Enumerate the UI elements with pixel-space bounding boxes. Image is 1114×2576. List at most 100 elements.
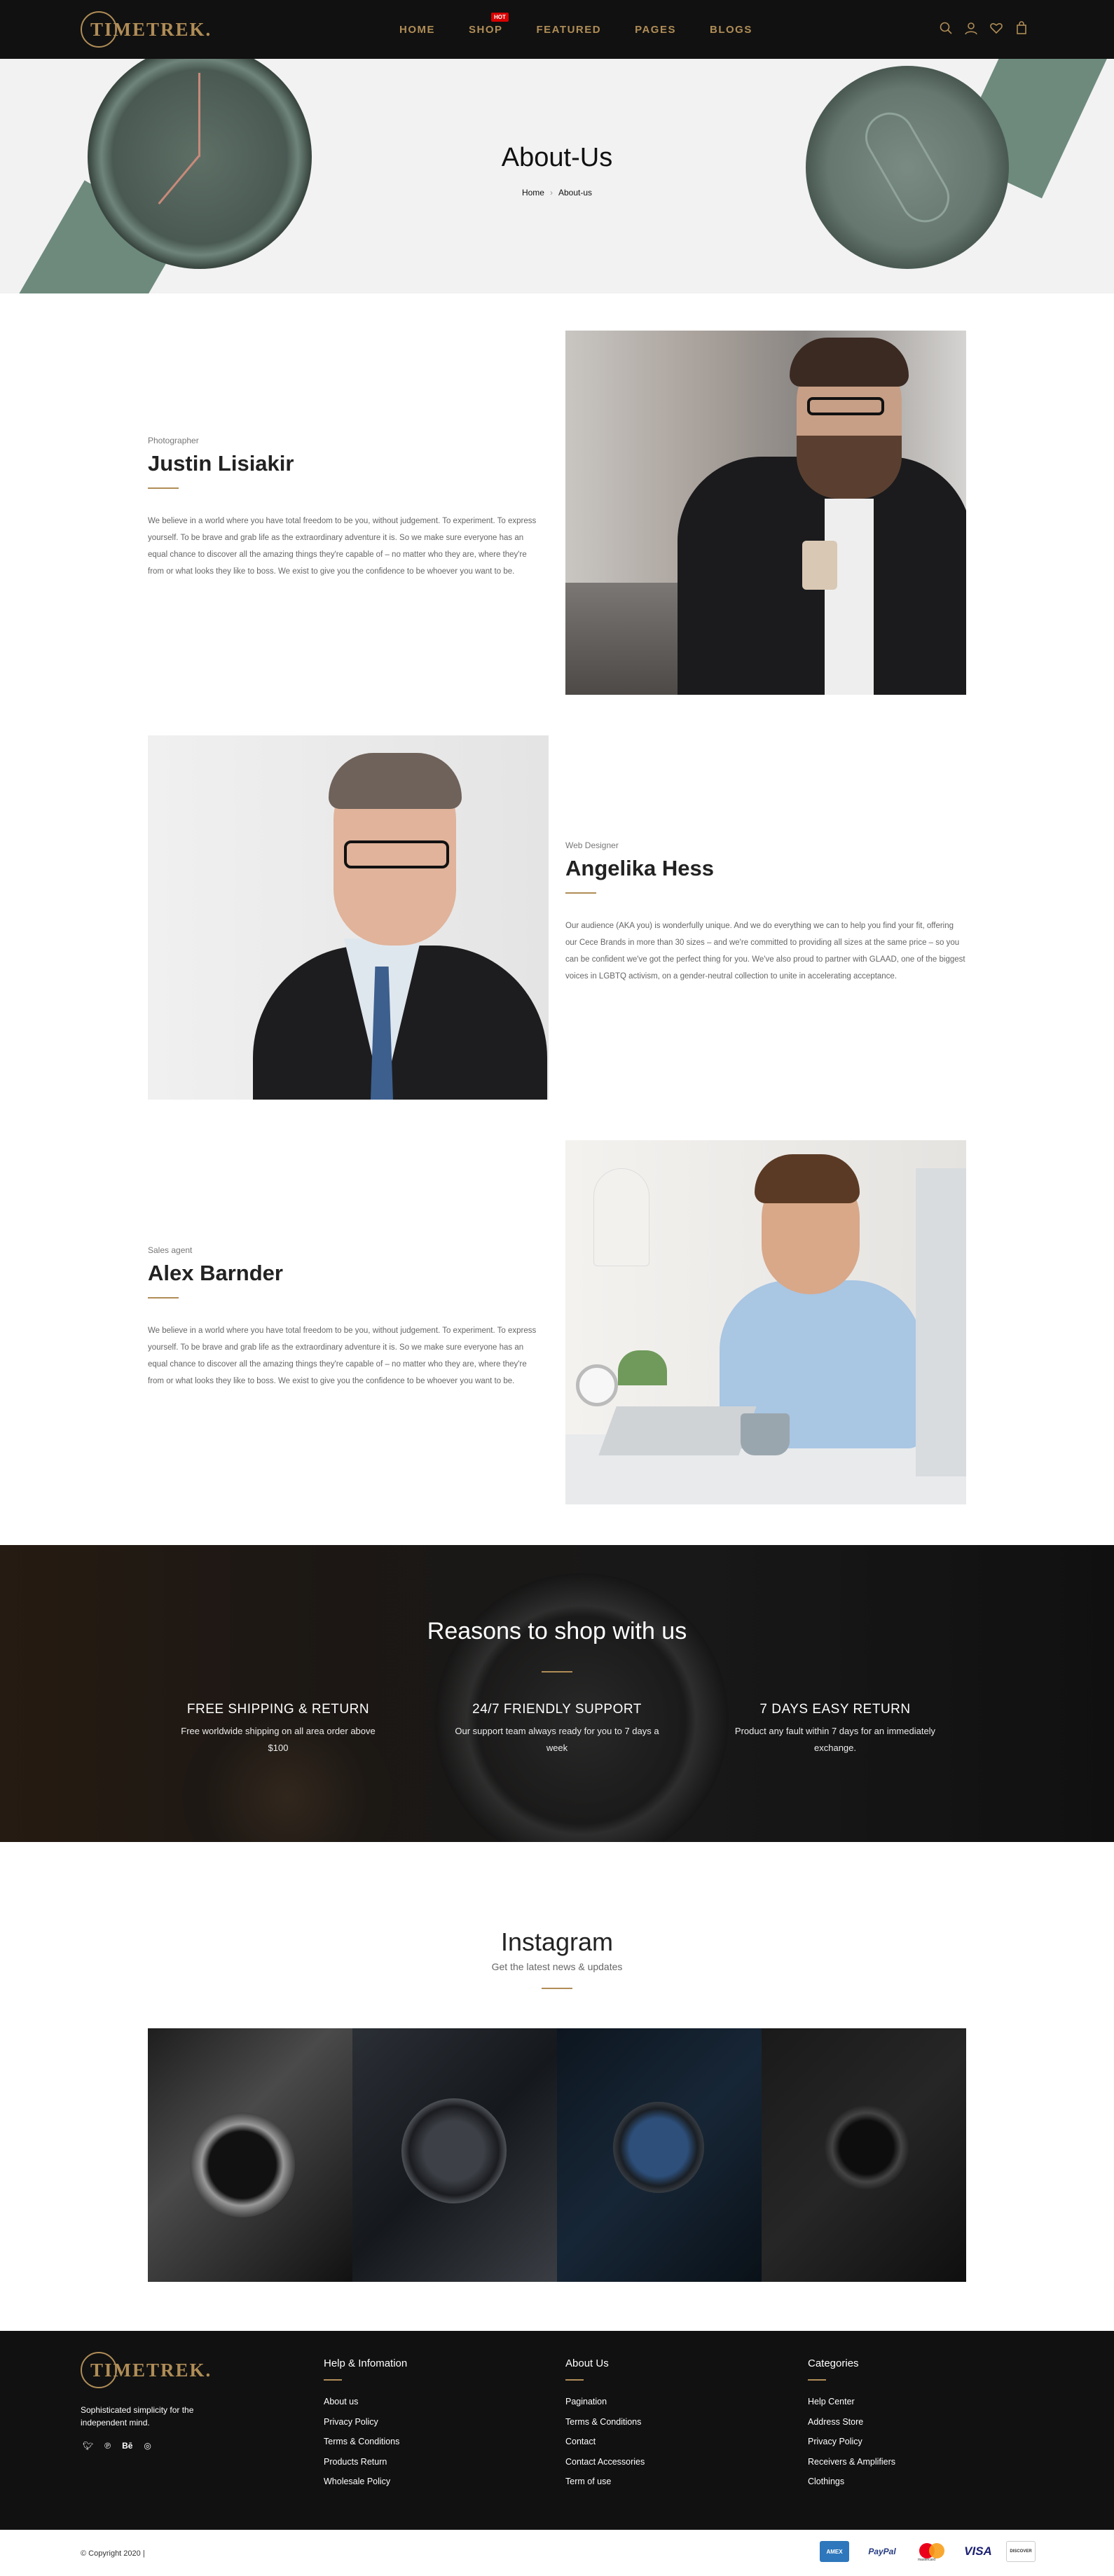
site-footer: TIMETREK. Sophisticated simplicity for t…: [0, 2331, 1114, 2530]
footer-link[interactable]: Terms & Conditions: [565, 2412, 762, 2432]
breadcrumb-current: About-us: [558, 188, 593, 198]
member-description: We believe in a world where you have tot…: [148, 1327, 537, 1385]
footer-column-title: Help & Infomation: [324, 2357, 408, 2369]
member-description: Our audience (AKA you) is wonderfully un…: [565, 922, 965, 981]
bag-icon[interactable]: [1015, 21, 1030, 36]
instagram-photo-2[interactable]: [352, 2028, 557, 2282]
behance-icon[interactable]: Bē: [122, 2441, 132, 2451]
team-member-3: Sales agent Alex Barnder We believe in a…: [148, 1245, 540, 1390]
footer-tagline: Sophisticated simplicity for the indepen…: [81, 2405, 194, 2428]
site-header: TIMETREK. HOME SHOP HOT FEATURED PAGES BL…: [0, 0, 1114, 59]
footer-column-help: Help & Infomation About us Privacy Polic…: [324, 2357, 520, 2492]
reason-shipping: FREE SHIPPING & RETURN Free worldwide sh…: [173, 1702, 383, 1757]
breadcrumb-home[interactable]: Home: [522, 188, 544, 198]
instagram-subtitle: Get the latest news & updates: [491, 1961, 623, 1972]
reason-description: Product any fault within 7 days for an i…: [734, 1726, 936, 1753]
footer-link[interactable]: Help Center: [808, 2392, 1004, 2412]
member-role: Photographer: [148, 436, 199, 445]
member-photo-2: [148, 735, 549, 1100]
footer-link[interactable]: Products Return: [324, 2452, 520, 2472]
reason-title: 24/7 FRIENDLY SUPPORT: [472, 1702, 642, 1717]
team-member-2: Web Designer Angelika Hess Our audience …: [565, 840, 966, 985]
reason-title: FREE SHIPPING & RETURN: [186, 1702, 370, 1717]
breadcrumb-separator: ›: [549, 188, 553, 198]
reason-description: Free worldwide shipping on all area orde…: [181, 1726, 376, 1753]
reason-title: 7 DAYS EASY RETURN: [759, 1702, 911, 1717]
twitter-icon[interactable]: 🐦︎: [83, 2441, 93, 2451]
footer-link[interactable]: About us: [324, 2392, 520, 2412]
logo-text: TIMETREK.: [90, 2359, 212, 2381]
discover-icon: DISCOVER: [1006, 2541, 1036, 2562]
instagram-photo-4[interactable]: [762, 2028, 966, 2282]
logo-text: TIMETREK.: [90, 18, 212, 40]
member-role: Web Designer: [565, 840, 619, 850]
paypal-icon: PayPal: [868, 2547, 896, 2556]
reason-support: 24/7 FRIENDLY SUPPORT Our support team a…: [452, 1702, 662, 1757]
nav-featured[interactable]: FEATURED: [537, 24, 602, 36]
user-icon[interactable]: [964, 21, 979, 36]
breadcrumb: Home › About-us: [0, 188, 1114, 198]
social-links: 🐦︎ ℗ Bē ◎: [83, 2441, 151, 2451]
mastercard-icon: mastercard: [915, 2541, 950, 2562]
nav-home[interactable]: HOME: [399, 24, 435, 36]
logo[interactable]: TIMETREK.: [81, 10, 210, 49]
member-photo-3: [565, 1140, 966, 1504]
member-name: Alex Barnder: [148, 1261, 283, 1285]
nav-blogs[interactable]: BLOGS: [710, 24, 752, 36]
footer-link[interactable]: Terms & Conditions: [324, 2432, 520, 2452]
reasons-title: Reasons to shop with us: [427, 1618, 687, 1644]
footer-link[interactable]: Receivers & Amplifiers: [808, 2452, 1004, 2472]
member-role: Sales agent: [148, 1245, 193, 1255]
footer-link[interactable]: Address Store: [808, 2412, 1004, 2432]
member-name: Angelika Hess: [565, 856, 714, 880]
search-icon[interactable]: [939, 21, 954, 36]
member-description: We believe in a world where you have tot…: [148, 517, 537, 576]
instagram-photo-3[interactable]: [557, 2028, 762, 2282]
nav-shop-label: SHOP: [469, 23, 503, 36]
footer-link[interactable]: Privacy Policy: [324, 2412, 520, 2432]
footer-logo[interactable]: TIMETREK.: [81, 2350, 210, 2390]
footer-link[interactable]: Contact Accessories: [565, 2452, 762, 2472]
footer-link[interactable]: Term of use: [565, 2472, 762, 2492]
copyright-text: © Copyright 2020 |: [81, 2549, 145, 2558]
divider: [565, 2379, 584, 2381]
page-hero: About-Us Home › About-us: [0, 59, 1114, 293]
divider: [542, 1671, 572, 1673]
visa-icon: VISA: [964, 2544, 992, 2558]
divider: [565, 892, 596, 894]
reasons-section: Reasons to shop with us FREE SHIPPING & …: [0, 1545, 1114, 1842]
mastercard-label: mastercard: [918, 2558, 936, 2562]
footer-link[interactable]: Clothings: [808, 2472, 1004, 2492]
divider: [148, 487, 179, 489]
copyright-bar: © Copyright 2020 | AMEX PayPal mastercar…: [0, 2530, 1114, 2576]
footer-column-categories: Categories Help Center Address Store Pri…: [808, 2357, 1004, 2492]
member-photo-1: [565, 331, 966, 695]
nav-shop[interactable]: SHOP HOT: [469, 12, 509, 36]
divider: [542, 1988, 572, 1989]
divider: [324, 2379, 342, 2381]
nav-pages[interactable]: PAGES: [635, 24, 676, 36]
reason-return: 7 DAYS EASY RETURN Product any fault wit…: [730, 1702, 940, 1757]
page-title: About-Us: [501, 143, 613, 172]
footer-link[interactable]: Contact: [565, 2432, 762, 2452]
payment-methods: AMEX PayPal mastercard VISA DISCOVER: [820, 2541, 1036, 2562]
instagram-photo-1[interactable]: [148, 2028, 352, 2282]
footer-link[interactable]: Pagination: [565, 2392, 762, 2412]
footer-column-title: About Us: [565, 2357, 609, 2369]
heart-icon[interactable]: [989, 21, 1005, 36]
hot-badge: HOT: [491, 12, 509, 22]
amex-icon: AMEX: [820, 2541, 849, 2562]
instagram-title: Instagram: [500, 1927, 614, 1956]
team-member-1: Photographer Justin Lisiakir We believe …: [148, 436, 540, 580]
reason-description: Our support team always ready for you to…: [455, 1726, 659, 1753]
footer-link[interactable]: Privacy Policy: [808, 2432, 1004, 2452]
member-name: Justin Lisiakir: [148, 451, 294, 476]
instagram-icon[interactable]: ◎: [144, 2441, 151, 2451]
divider: [148, 1297, 179, 1299]
footer-column-about: About Us Pagination Terms & Conditions C…: [565, 2357, 762, 2492]
footer-link[interactable]: Wholesale Policy: [324, 2472, 520, 2492]
header-icons: [939, 21, 1030, 36]
pinterest-icon[interactable]: ℗: [104, 2441, 111, 2451]
footer-column-title: Categories: [808, 2357, 859, 2369]
main-nav: HOME SHOP HOT FEATURED PAGES BLOGS: [399, 0, 786, 59]
